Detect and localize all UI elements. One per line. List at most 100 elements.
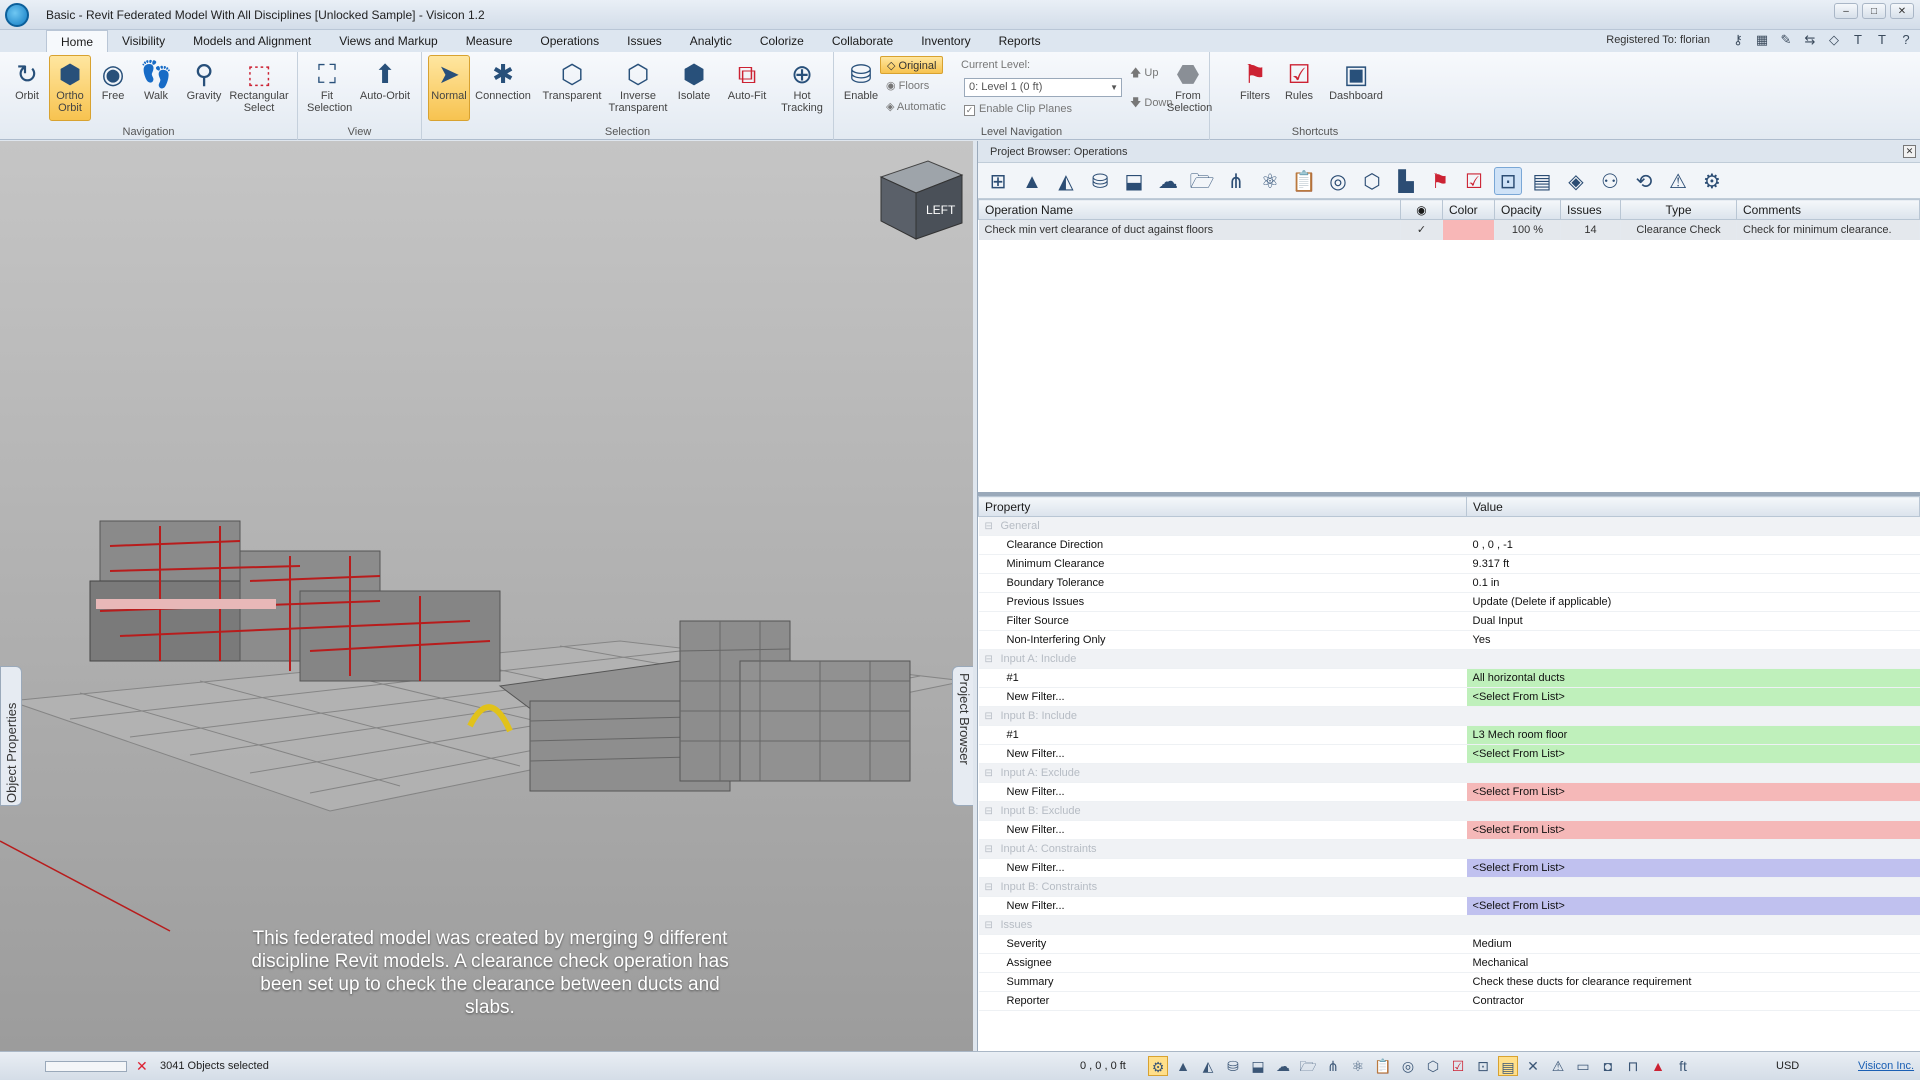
connection-button[interactable]: ✱ Connection <box>474 55 532 121</box>
document-icon[interactable]: ▤ <box>1528 167 1556 195</box>
property-group-input-a-constraints[interactable]: ⊟ Input A: Constraints <box>978 839 1920 859</box>
currency-selector[interactable]: USD <box>1776 1060 1799 1072</box>
property-row[interactable]: Filter Source Dual Input <box>978 611 1920 631</box>
collapse-icon[interactable]: ⊟ <box>978 801 1001 821</box>
folder-icon[interactable]: 🗁 <box>1298 1056 1318 1076</box>
property-row[interactable]: Minimum Clearance 9.317 ft <box>978 554 1920 574</box>
current-level-select[interactable]: 0: Level 1 (0 ft) ▼ <box>964 78 1122 97</box>
property-row[interactable]: New Filter... <Select From List> <box>978 782 1920 802</box>
normal-select-button[interactable]: ➤ Normal <box>428 55 470 121</box>
document-icon[interactable]: ▤ <box>1498 1056 1518 1076</box>
auto-fit-button[interactable]: ⧉ Auto-Fit <box>722 55 772 121</box>
free-button[interactable]: ◉ Free <box>92 55 134 121</box>
property-group-input-a-include[interactable]: ⊟ Input A: Include <box>978 649 1920 669</box>
3d-viewport[interactable]: LEFT Object Properties Project Browser T… <box>0 141 973 1051</box>
collapse-icon[interactable]: ⊟ <box>978 649 1001 669</box>
property-row[interactable]: New Filter... <Select From List> <box>978 858 1920 878</box>
tab-reports[interactable]: Reports <box>985 30 1055 52</box>
collapse-icon[interactable]: ⊟ <box>978 516 1001 536</box>
rule-icon[interactable]: ☑ <box>1448 1056 1468 1076</box>
property-row[interactable]: Summary Check these ducts for clearance r… <box>978 972 1920 992</box>
filter-flag-icon[interactable]: ⚑ <box>1426 167 1454 195</box>
clipboard-icon[interactable]: 📋 <box>1373 1056 1393 1076</box>
auto-orbit-button[interactable]: ⬆ Auto-Orbit <box>356 55 414 121</box>
lock-icon[interactable]: ⊓ <box>1623 1056 1643 1076</box>
property-group-issues[interactable]: ⊟ Issues <box>978 915 1920 935</box>
collapse-icon[interactable]: ⊟ <box>978 706 1001 726</box>
text-size-icon[interactable]: T <box>1850 32 1866 48</box>
cancel-selection-icon[interactable]: ✕ <box>136 1058 148 1075</box>
camera-icon[interactable]: ◘ <box>1598 1056 1618 1076</box>
key-icon[interactable]: ⚷ <box>1730 32 1746 48</box>
folder-icon[interactable]: 🗁 <box>1188 167 1216 195</box>
users-icon[interactable]: ⚇ <box>1596 167 1624 195</box>
from-selection-button[interactable]: ⬣ From Selection <box>1166 55 1212 121</box>
enable-clip-planes-checkbox[interactable]: ✓ Enable Clip Planes <box>964 100 1072 118</box>
cloud-icon[interactable]: ☁ <box>1154 167 1182 195</box>
gear-icon[interactable]: ⚙ <box>1698 167 1726 195</box>
rules-button[interactable]: ☑ Rules <box>1278 55 1320 121</box>
network-icon[interactable]: ⚛ <box>1256 167 1284 195</box>
clipboard-icon[interactable]: 📋 <box>1290 167 1318 195</box>
crossed-icon[interactable]: ✕ <box>1523 1056 1543 1076</box>
monitor-icon[interactable]: ▭ <box>1573 1056 1593 1076</box>
bar-chart-icon[interactable]: ▙ <box>1392 167 1420 195</box>
model-tree-icon[interactable]: ⊞ <box>984 167 1012 195</box>
visicon-link[interactable]: Visicon Inc. <box>1858 1060 1914 1072</box>
maximize-button[interactable]: □ <box>1862 3 1886 19</box>
property-row[interactable]: New Filter... <Select From List> <box>978 820 1920 840</box>
tab-visibility[interactable]: Visibility <box>108 30 179 52</box>
text-icon[interactable]: T <box>1874 32 1890 48</box>
element-icon[interactable]: ◭ <box>1052 167 1080 195</box>
collapse-icon[interactable]: ⊟ <box>978 915 1001 935</box>
opacity-cell[interactable]: 100 % <box>1494 219 1561 240</box>
property-row[interactable]: New Filter... <Select From List> <box>978 896 1920 916</box>
settings-icon[interactable]: ⚙ <box>1148 1056 1168 1076</box>
dashboard-button[interactable]: ▣ Dashboard <box>1324 55 1388 121</box>
hot-tracking-button[interactable]: ⊕ Hot Tracking <box>774 55 830 121</box>
enable-level-button[interactable]: ⛁ Enable <box>840 55 882 121</box>
collapse-icon[interactable]: ⊟ <box>978 839 1001 859</box>
tab-issues[interactable]: Issues <box>613 30 676 52</box>
walk-button[interactable]: 👣 Walk <box>135 55 177 121</box>
operation-name-cell[interactable]: Check min vert clearance of duct against… <box>978 219 1401 240</box>
column-comments[interactable]: Comments <box>1736 199 1920 220</box>
tag-icon[interactable]: ◇ <box>1826 32 1842 48</box>
automatic-option[interactable]: ◈ Automatic <box>886 98 946 116</box>
column-property[interactable]: Property <box>977 496 1468 517</box>
nodes-icon[interactable]: ⋔ <box>1222 167 1250 195</box>
column-color[interactable]: Color <box>1442 199 1495 220</box>
property-row[interactable]: Assignee Mechanical <box>978 953 1920 973</box>
enabled-checkmark-cell[interactable]: ✓ <box>1400 219 1443 240</box>
pyramid-icon[interactable]: ▲ <box>1173 1056 1193 1076</box>
property-row[interactable]: New Filter... <Select From List> <box>978 687 1920 707</box>
property-row[interactable]: Severity Medium <box>978 934 1920 954</box>
warning-icon[interactable]: ⚠ <box>1548 1056 1568 1076</box>
level-up-button[interactable]: 🡅 Up <box>1130 64 1158 82</box>
visicon-logo-icon[interactable] <box>0 0 34 30</box>
gravity-button[interactable]: ⚲ Gravity <box>183 55 225 121</box>
refresh-icon[interactable]: ⟲ <box>1630 167 1658 195</box>
minimize-button[interactable]: – <box>1834 3 1858 19</box>
orbit-button[interactable]: ↻ Orbit <box>6 55 48 121</box>
shape-icon[interactable]: ⬡ <box>1358 167 1386 195</box>
tab-colorize[interactable]: Colorize <box>746 30 818 52</box>
original-option[interactable]: ◇ Original <box>880 56 944 74</box>
property-row[interactable]: Boundary Tolerance 0.1 in <box>978 573 1920 593</box>
floors-option[interactable]: ◉ Floors <box>886 77 929 95</box>
ortho-orbit-button[interactable]: ⬢ Ortho Orbit <box>49 55 91 121</box>
calculator-icon[interactable]: ▦ <box>1754 32 1770 48</box>
property-group-input-b-include[interactable]: ⊟ Input B: Include <box>978 706 1920 726</box>
object-properties-tab[interactable]: Object Properties <box>0 666 22 806</box>
table-row[interactable]: Check min vert clearance of duct against… <box>978 219 1920 240</box>
edit-icon[interactable]: ✎ <box>1778 32 1794 48</box>
viewpoint-icon[interactable]: ◈ <box>1562 167 1590 195</box>
column-value[interactable]: Value <box>1466 496 1920 517</box>
property-group-input-b-constraints[interactable]: ⊟ Input B: Constraints <box>978 877 1920 897</box>
collapse-icon[interactable]: ⊟ <box>978 763 1001 783</box>
inverse-transparent-button[interactable]: ⬡ Inverse Transparent <box>606 55 670 121</box>
comments-cell[interactable]: Check for minimum clearance. <box>1736 219 1920 240</box>
property-row[interactable]: Non-Interfering Only Yes <box>978 630 1920 650</box>
close-button[interactable]: ✕ <box>1890 3 1914 19</box>
column-opacity[interactable]: Opacity <box>1494 199 1561 220</box>
